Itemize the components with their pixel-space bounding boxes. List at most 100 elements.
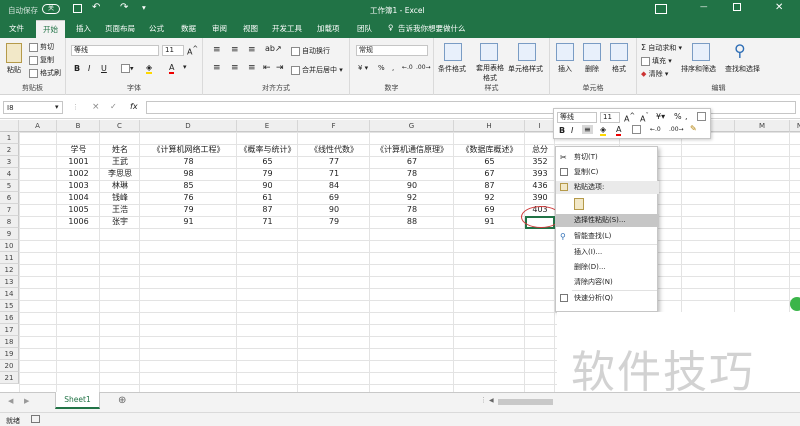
mini-shrink-font-icon[interactable]: Aˇ bbox=[640, 112, 649, 124]
undo-icon[interactable]: ↶ bbox=[92, 2, 100, 13]
border-icon[interactable]: ▾ bbox=[121, 64, 134, 73]
column-header-d[interactable]: D bbox=[140, 120, 237, 132]
fill-color-icon[interactable]: ◈ bbox=[146, 63, 153, 74]
paste-button[interactable]: 粘贴 bbox=[7, 65, 21, 75]
row-header-18[interactable]: 18 bbox=[0, 336, 19, 348]
table-cell[interactable]: 92 bbox=[370, 192, 454, 204]
row-header-3[interactable]: 3 bbox=[0, 156, 19, 168]
table-cell[interactable]: 77 bbox=[298, 156, 370, 168]
mini-border-icon[interactable] bbox=[632, 125, 641, 134]
mini-align-center-icon[interactable]: ≡ bbox=[582, 125, 593, 134]
row-header-21[interactable]: 21 bbox=[0, 372, 19, 384]
delete-cells-button[interactable]: 删除 bbox=[585, 64, 599, 74]
find-select-button[interactable]: 查找和选择 bbox=[725, 64, 760, 74]
row-header-13[interactable]: 13 bbox=[0, 276, 19, 288]
mini-format-painter-icon[interactable] bbox=[697, 112, 706, 121]
format-painter-button[interactable]: 格式刷 bbox=[29, 68, 61, 78]
table-cell[interactable]: 79 bbox=[298, 216, 370, 228]
column-header-c[interactable]: C bbox=[100, 120, 140, 132]
table-cell[interactable]: 69 bbox=[298, 192, 370, 204]
mini-bold-button[interactable]: B bbox=[559, 126, 565, 135]
table-cell[interactable]: 王武 bbox=[100, 156, 140, 168]
tab-page-layout[interactable]: 页面布局 bbox=[105, 23, 135, 34]
insert-function-button[interactable]: fx bbox=[130, 102, 138, 111]
table-cell[interactable]: 张宇 bbox=[100, 216, 140, 228]
align-center-icon[interactable]: ≡ bbox=[231, 63, 239, 73]
cancel-formula-button[interactable]: × bbox=[92, 102, 100, 112]
table-cell[interactable]: 65 bbox=[237, 156, 298, 168]
sheet-options-icon[interactable]: ⋮ bbox=[480, 396, 487, 404]
table-cell[interactable]: 65 bbox=[454, 156, 525, 168]
menu-item-delete[interactable]: 删除(D)... bbox=[556, 261, 659, 274]
table-cell[interactable]: 林琳 bbox=[100, 180, 140, 192]
table-cell[interactable]: 85 bbox=[140, 180, 237, 192]
merge-center-button[interactable]: 合并后居中 ▾ bbox=[291, 65, 343, 75]
mini-italic-button[interactable]: I bbox=[571, 126, 573, 135]
table-header-cell[interactable]: 《计算机网络工程》 bbox=[140, 144, 237, 156]
mini-size-select[interactable]: 11 bbox=[600, 112, 620, 123]
table-cell[interactable]: 87 bbox=[454, 180, 525, 192]
align-right-icon[interactable]: ≡ bbox=[248, 63, 256, 73]
align-middle-icon[interactable]: ≡ bbox=[231, 45, 239, 55]
format-cells-button[interactable]: 格式 bbox=[612, 64, 626, 74]
column-header-n[interactable]: N bbox=[790, 120, 800, 132]
table-cell[interactable]: 78 bbox=[370, 168, 454, 180]
table-cell[interactable]: 91 bbox=[140, 216, 237, 228]
table-cell[interactable]: 352 bbox=[525, 156, 555, 168]
grow-font-icon[interactable]: A^ bbox=[187, 45, 198, 57]
font-name-select[interactable]: 等线 bbox=[71, 45, 159, 56]
number-format-select[interactable]: 常规 bbox=[356, 45, 428, 56]
mini-fill-color-icon[interactable]: ◈ bbox=[600, 125, 607, 136]
table-header-cell[interactable]: 《数据库概述》 bbox=[454, 144, 525, 156]
horizontal-scrollbar-thumb[interactable] bbox=[498, 399, 553, 405]
sort-filter-button[interactable]: 排序和筛选 bbox=[681, 64, 716, 74]
table-cell[interactable]: 1004 bbox=[57, 192, 100, 204]
table-cell[interactable]: 1002 bbox=[57, 168, 100, 180]
italic-button[interactable]: I bbox=[88, 64, 90, 73]
table-cell[interactable]: 67 bbox=[454, 168, 525, 180]
menu-item-paste-special[interactable]: 选择性粘贴(S)... bbox=[556, 214, 659, 227]
mini-font-select[interactable]: 等线 bbox=[557, 112, 597, 123]
row-header-17[interactable]: 17 bbox=[0, 324, 19, 336]
tab-formulas[interactable]: 公式 bbox=[149, 23, 164, 34]
menu-item-quick-analysis[interactable]: 快速分析(Q) bbox=[556, 292, 659, 305]
row-header-11[interactable]: 11 bbox=[0, 252, 19, 264]
underline-button[interactable]: U bbox=[101, 64, 107, 73]
table-cell[interactable]: 76 bbox=[140, 192, 237, 204]
tab-addins[interactable]: 加载项 bbox=[317, 23, 340, 34]
table-cell[interactable]: 李思思 bbox=[100, 168, 140, 180]
row-header-2[interactable]: 2 bbox=[0, 144, 19, 156]
table-cell[interactable]: 61 bbox=[237, 192, 298, 204]
wrap-text-button[interactable]: 自动换行 bbox=[291, 46, 330, 56]
table-cell[interactable]: 1003 bbox=[57, 180, 100, 192]
menu-item-paste-clipboard[interactable] bbox=[556, 196, 659, 212]
comma-icon[interactable]: , bbox=[392, 64, 394, 72]
font-color-dropdown-icon[interactable]: ▾ bbox=[183, 63, 187, 71]
table-cell[interactable]: 71 bbox=[298, 168, 370, 180]
formula-bar-menu-icon[interactable]: ⋮ bbox=[72, 103, 79, 111]
table-cell[interactable]: 87 bbox=[237, 204, 298, 216]
insert-cells-button[interactable]: 插入 bbox=[558, 64, 572, 74]
row-header-20[interactable]: 20 bbox=[0, 360, 19, 372]
table-cell[interactable]: 436 bbox=[525, 180, 555, 192]
row-header-1[interactable]: 1 bbox=[0, 132, 19, 144]
table-cell[interactable]: 98 bbox=[140, 168, 237, 180]
menu-item-copy[interactable]: 复制(C) bbox=[556, 166, 659, 179]
row-header-8[interactable]: 8 bbox=[0, 216, 19, 228]
table-cell[interactable]: 1005 bbox=[57, 204, 100, 216]
row-header-19[interactable]: 19 bbox=[0, 348, 19, 360]
column-header-g[interactable]: G bbox=[370, 120, 454, 132]
row-header-14[interactable]: 14 bbox=[0, 288, 19, 300]
tell-me-box[interactable]: 告诉我你想要做什么 bbox=[398, 23, 466, 34]
table-cell[interactable]: 71 bbox=[237, 216, 298, 228]
table-cell[interactable]: 钱峰 bbox=[100, 192, 140, 204]
row-header-7[interactable]: 7 bbox=[0, 204, 19, 216]
scroll-sheets-right-icon[interactable]: ▶ bbox=[24, 397, 29, 405]
fill-button[interactable]: 填充 ▾ bbox=[641, 56, 672, 66]
enter-formula-button[interactable]: ✓ bbox=[110, 102, 117, 111]
table-cell[interactable]: 393 bbox=[525, 168, 555, 180]
mini-comma-icon[interactable]: , bbox=[685, 112, 688, 121]
menu-item-cut[interactable]: ✂ 剪切(T) bbox=[556, 151, 659, 164]
align-top-icon[interactable]: ≡ bbox=[213, 45, 221, 55]
mini-percent-icon[interactable]: % bbox=[674, 112, 682, 121]
